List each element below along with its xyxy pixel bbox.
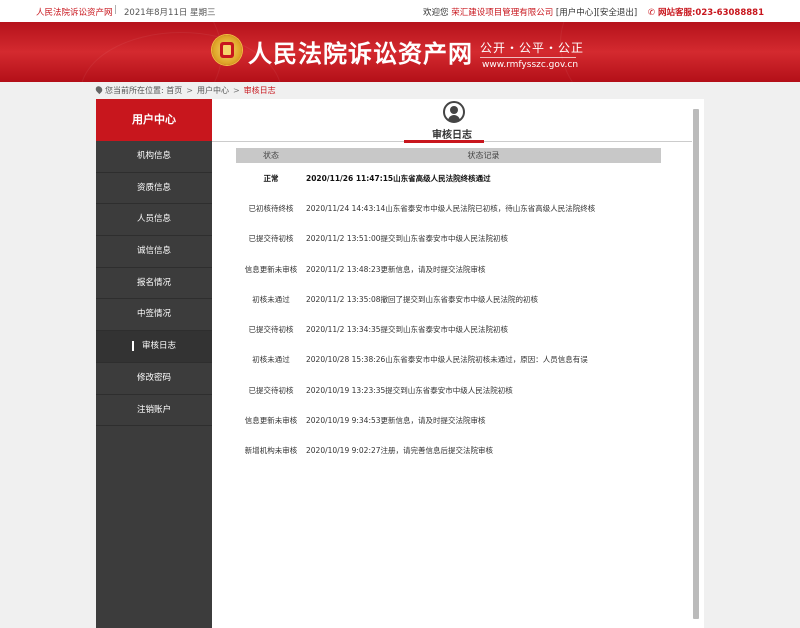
breadcrumb-arrow: >	[232, 86, 240, 95]
sidebar-item-registration[interactable]: 报名情况	[96, 268, 212, 300]
table-row: 初核未通过 2020/11/2 13:35:08撤回了提交到山东省泰安市中级人民法…	[236, 284, 661, 314]
sidebar-item-label: 诚信信息	[136, 246, 171, 257]
content-container: 用户中心 机构信息 资质信息 人员信息 诚信信息 报名情况 中签情况 审核日志 …	[96, 99, 704, 628]
sidebar-item-label: 审核日志	[141, 341, 176, 352]
row-status: 初核未通过	[252, 355, 290, 365]
sidebar-item-winning[interactable]: 中签情况	[96, 299, 212, 332]
column-header-status: 状态	[236, 148, 306, 163]
row-status: 正常	[263, 173, 279, 183]
breadcrumb: 您当前所在位置: 首页 > 用户中心 > 审核日志	[94, 84, 276, 97]
slogan: 公开・公平・公正	[480, 41, 585, 55]
logout-link[interactable]: [安全退出]	[597, 8, 638, 18]
user-center-link[interactable]: [用户中心]	[556, 8, 597, 18]
table-row: 信息更新未审核 2020/10/19 9:34:53更新信息，请及时提交法院审核	[236, 405, 661, 435]
sidebar-item-label: 资质信息	[136, 182, 171, 193]
topbar-user-area: 欢迎您 荣汇建设项目管理有限公司 [用户中心][安全退出] ✆ 网站客服:023…	[423, 6, 764, 18]
breadcrumb-home[interactable]: 首页	[166, 86, 182, 95]
company-name: 荣汇建设项目管理有限公司	[451, 8, 554, 18]
table-row: 初核未通过 2020/10/28 15:38:26山东省泰安市中级人民法院初核未通…	[236, 345, 661, 375]
sidebar: 用户中心 机构信息 资质信息 人员信息 诚信信息 报名情况 中签情况 审核日志 …	[96, 99, 212, 628]
breadcrumb-current: 审核日志	[243, 86, 276, 95]
breadcrumb-arrow: >	[186, 86, 193, 95]
sidebar-item-label: 人员信息	[136, 214, 171, 225]
row-status: 已初核待终核	[248, 203, 294, 213]
row-record: 2020/10/19 9:34:53更新信息，请及时提交法院审核	[306, 416, 486, 426]
row-record: 2020/11/2 13:48:23更新信息，请及时提交法院审核	[306, 264, 486, 274]
welcome-text: 欢迎您	[422, 8, 449, 18]
site-name-link[interactable]: 人民法院诉讼资产网	[36, 6, 113, 18]
tab-audit-log: 审核日志	[432, 130, 472, 141]
table-row: 新增机构未审核 2020/10/19 9:02:27注册，请完善信息后提交法院审核	[236, 436, 661, 466]
breadcrumb-user-center[interactable]: 用户中心	[197, 86, 229, 95]
audit-log-table: 状态 状态记录 正常 2020/11/26 11:47:15山东省高级人民法院终核…	[236, 148, 661, 466]
main-panel: 审核日志 状态 状态记录 正常 2020/11/26 11:47:15山东省高级人…	[212, 99, 692, 628]
sidebar-item-change-password[interactable]: 修改密码	[96, 363, 212, 395]
phone-icon: ✆	[647, 8, 656, 18]
sidebar-item-cancel-account[interactable]: 注销账户	[96, 395, 212, 427]
site-url: www.rmfysszc.gov.cn	[482, 60, 579, 70]
row-record: 2020/10/19 13:23:35提交到山东省泰安市中级人民法院初核	[306, 385, 513, 395]
row-status: 初核未通过	[252, 294, 290, 304]
sidebar-item-credit[interactable]: 诚信信息	[96, 236, 212, 268]
row-record: 2020/11/24 14:43:14山东省泰安市中级人民法院已初核，待山东省高…	[306, 203, 596, 213]
sidebar-item-label: 注销账户	[136, 404, 171, 415]
location-pin-icon	[94, 84, 104, 95]
row-record: 2020/10/19 9:02:27注册，请完善信息后提交法院审核	[306, 446, 494, 456]
row-status: 已提交待初核	[248, 325, 294, 335]
topbar-separator: |	[114, 5, 118, 15]
table-row: 已初核待终核 2020/11/24 14:43:14山东省泰安市中级人民法院已初核…	[236, 193, 661, 223]
slogan-divider	[480, 57, 576, 58]
header-banner: 人民法院诉讼资产网 公开・公平・公正 www.rmfysszc.gov.cn	[0, 22, 800, 82]
tab-active-underline	[404, 140, 484, 143]
site-logo-title[interactable]: 人民法院诉讼资产网	[248, 34, 473, 69]
row-status: 信息更新未审核	[244, 416, 298, 426]
row-status: 新增机构未审核	[244, 446, 298, 456]
sidebar-item-audit-log[interactable]: 审核日志	[96, 331, 212, 363]
row-record: 2020/11/2 13:34:35提交到山东省泰安市中级人民法院初核	[306, 325, 509, 335]
user-avatar-icon	[443, 101, 465, 123]
table-header-row: 状态 状态记录	[236, 148, 661, 163]
sidebar-item-org-info[interactable]: 机构信息	[96, 141, 212, 173]
current-date: 2021年8月11日 星期三	[124, 8, 216, 18]
sidebar-item-label: 中签情况	[136, 309, 171, 320]
table-row: 信息更新未审核 2020/11/2 13:48:23更新信息，请及时提交法院审核	[236, 254, 661, 284]
active-indicator	[131, 340, 134, 351]
breadcrumb-prefix: 您当前所在位置:	[105, 86, 164, 95]
sidebar-item-label: 报名情况	[136, 277, 171, 288]
column-header-record: 状态记录	[306, 148, 661, 163]
row-record: 2020/11/2 13:35:08撤回了提交到山东省泰安市中级人民法院的初核	[306, 294, 539, 304]
sidebar-item-qualification[interactable]: 资质信息	[96, 173, 212, 205]
top-bar: 人民法院诉讼资产网 | 2021年8月11日 星期三 欢迎您 荣汇建设项目管理有…	[0, 0, 800, 23]
table-row: 已提交待初核 2020/11/2 13:34:35提交到山东省泰安市中级人民法院初…	[236, 314, 661, 344]
sidebar-header: 用户中心	[96, 99, 212, 141]
row-record: 2020/11/2 13:51:00提交到山东省泰安市中级人民法院初核	[306, 234, 509, 244]
scrollbar-thumb[interactable]	[693, 109, 699, 619]
row-status: 已提交待初核	[248, 385, 294, 395]
table-row: 已提交待初核 2020/11/2 13:51:00提交到山东省泰安市中级人民法院初…	[236, 224, 661, 254]
row-status: 已提交待初核	[248, 234, 294, 244]
row-record: 2020/11/26 11:47:15山东省高级人民法院终核通过	[306, 173, 491, 183]
row-status: 信息更新未审核	[244, 264, 298, 274]
court-emblem-icon	[212, 35, 242, 65]
row-record: 2020/10/28 15:38:26山东省泰安市中级人民法院初核未通过，原因：…	[306, 355, 588, 365]
vertical-scrollbar[interactable]	[692, 109, 700, 628]
sidebar-item-label: 机构信息	[136, 151, 171, 161]
sidebar-item-personnel[interactable]: 人员信息	[96, 204, 212, 237]
sidebar-item-label: 修改密码	[136, 372, 171, 383]
hotline-text: 网站客服:023-63088881	[658, 8, 764, 18]
table-row: 已提交待初核 2020/10/19 13:23:35提交到山东省泰安市中级人民法院…	[236, 375, 661, 405]
table-row: 正常 2020/11/26 11:47:15山东省高级人民法院终核通过	[236, 163, 661, 193]
hotline: ✆ 网站客服:023-63088881	[648, 8, 764, 18]
